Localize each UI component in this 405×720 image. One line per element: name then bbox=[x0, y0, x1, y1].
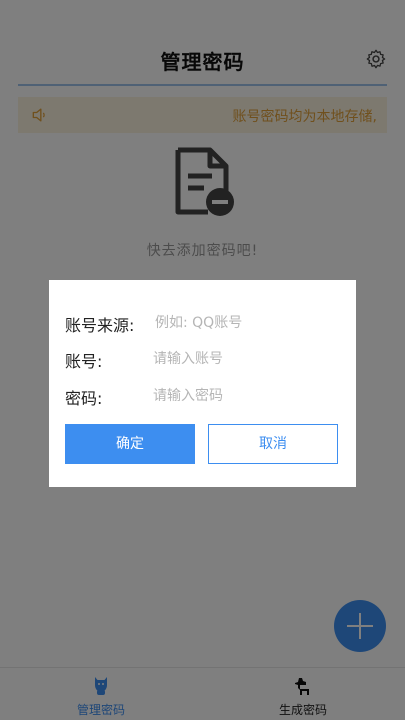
account-label: 账号: bbox=[65, 352, 103, 371]
password-row: 密码: bbox=[65, 381, 340, 411]
source-input[interactable] bbox=[153, 310, 340, 336]
source-label: 账号来源: bbox=[65, 316, 135, 335]
add-password-dialog: 账号来源: 账号: 密码: 确定 取消 bbox=[49, 280, 356, 487]
source-row: 账号来源: bbox=[65, 308, 340, 338]
cancel-button[interactable]: 取消 bbox=[208, 424, 338, 464]
password-input[interactable] bbox=[151, 383, 340, 409]
account-row: 账号: bbox=[65, 344, 340, 374]
confirm-button[interactable]: 确定 bbox=[65, 424, 195, 464]
account-input[interactable] bbox=[151, 346, 340, 372]
password-label: 密码: bbox=[65, 389, 103, 408]
